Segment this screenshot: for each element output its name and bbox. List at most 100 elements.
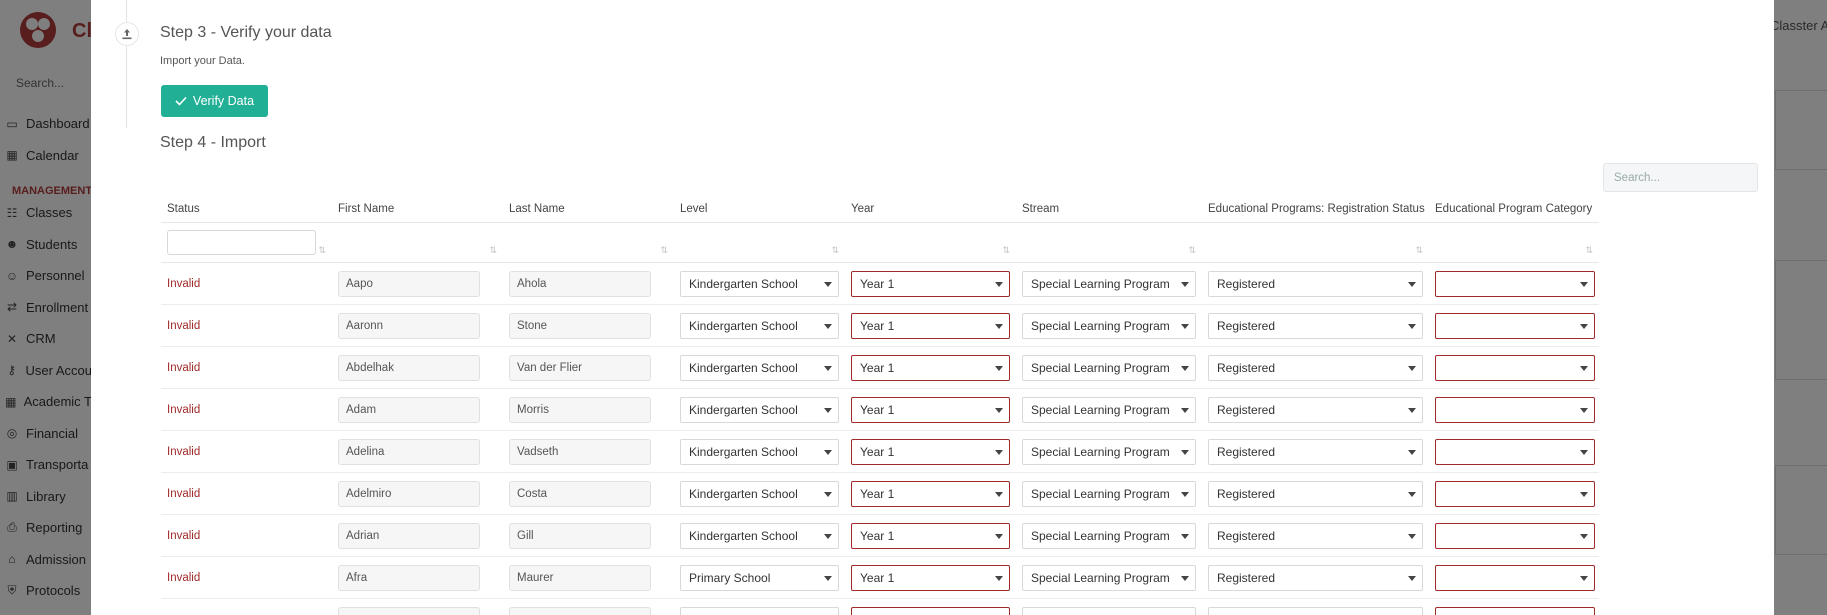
first-name-field[interactable]: Aapo <box>338 270 480 297</box>
sort-icon[interactable]: ⇅ <box>1415 245 1423 256</box>
last-name-field[interactable]: Maurer <box>509 564 651 591</box>
level-select[interactable]: Kindergarten School <box>680 354 839 381</box>
program-category-select[interactable] <box>1435 270 1595 297</box>
sort-icon[interactable]: ⇅ <box>831 245 839 256</box>
program-category-select[interactable] <box>1435 522 1595 549</box>
column-header-educational-program-category[interactable]: Educational Program Category <box>1429 196 1599 222</box>
stream-select[interactable]: Special Learning Program <box>1022 480 1196 507</box>
program-category-select[interactable] <box>1435 564 1595 591</box>
stream-select[interactable]: Special Learning Program <box>1022 270 1196 297</box>
program-category-select[interactable] <box>1435 438 1595 465</box>
stream-select[interactable]: Special Learning Program <box>1022 354 1196 381</box>
table-cell: Registered <box>1202 557 1429 598</box>
column-header-level[interactable]: Level <box>674 196 845 222</box>
chevron-down-icon <box>1580 533 1588 539</box>
stream-select[interactable] <box>1022 606 1196 615</box>
column-header-last-name[interactable]: Last Name <box>503 196 674 222</box>
program-category-select[interactable] <box>1435 354 1595 381</box>
level-select[interactable]: Kindergarten School <box>680 438 839 465</box>
registration-status-select[interactable]: Registered <box>1208 480 1423 507</box>
first-name-field[interactable] <box>338 606 480 615</box>
column-header-status[interactable]: Status <box>161 196 332 222</box>
first-name-field[interactable]: Adrian <box>338 522 480 549</box>
registration-status-select[interactable]: Registered <box>1208 522 1423 549</box>
last-name-field[interactable]: Ahola <box>509 270 651 297</box>
level-select[interactable]: Kindergarten School <box>680 522 839 549</box>
sort-icon[interactable]: ⇅ <box>318 245 326 256</box>
year-select[interactable]: Year 1 <box>851 438 1010 465</box>
table-cell: Year 1 <box>845 347 1016 388</box>
last-name-field[interactable]: Gill <box>509 522 651 549</box>
year-select[interactable]: Year 1 <box>851 480 1010 507</box>
import-table: Status First Name Last Name Level Year Stream… <box>161 196 1599 615</box>
program-category-select[interactable] <box>1435 606 1595 615</box>
first-name-field[interactable]: Adam <box>338 396 480 423</box>
year-select[interactable]: Year 1 <box>851 354 1010 381</box>
column-header-stream[interactable]: Stream <box>1016 196 1202 222</box>
sort-icon[interactable]: ⇅ <box>1585 245 1593 256</box>
stream-select[interactable]: Special Learning Program <box>1022 312 1196 339</box>
sort-icon[interactable]: ⇅ <box>660 245 668 256</box>
last-name-field[interactable]: Costa <box>509 480 651 507</box>
year-select[interactable]: Year 1 <box>851 270 1010 297</box>
program-category-select[interactable] <box>1435 480 1595 507</box>
column-header-first-name[interactable]: First Name <box>332 196 503 222</box>
registration-status-select[interactable]: Registered <box>1208 564 1423 591</box>
table-search-input[interactable] <box>1603 163 1758 192</box>
sort-icon[interactable]: ⇅ <box>1188 245 1196 256</box>
stream-select-value: Special Learning Program <box>1031 486 1170 501</box>
registration-status-select[interactable]: Registered <box>1208 438 1423 465</box>
sort-icon[interactable]: ⇅ <box>1002 245 1010 256</box>
first-name-field[interactable]: Adelina <box>338 438 480 465</box>
first-name-field[interactable]: Adelmiro <box>338 480 480 507</box>
table-cell: Primary School <box>674 557 845 598</box>
chevron-down-icon <box>995 281 1003 287</box>
registration-status-select[interactable] <box>1208 606 1423 615</box>
column-header-educational-programs-registration-status[interactable]: Educational Programs: Registration Statu… <box>1202 196 1429 222</box>
program-category-select[interactable] <box>1435 396 1595 423</box>
registration-status-select[interactable]: Registered <box>1208 270 1423 297</box>
year-select[interactable]: Year 1 <box>851 564 1010 591</box>
level-select[interactable]: Kindergarten School <box>680 270 839 297</box>
table-cell <box>1429 305 1599 346</box>
table-cell: Morris <box>503 389 674 430</box>
registration-status-select[interactable]: Registered <box>1208 354 1423 381</box>
year-select[interactable]: Year 1 <box>851 522 1010 549</box>
year-select[interactable]: Year 1 <box>851 312 1010 339</box>
table-row: Invalid Abdelhak Van der Flier Kindergarten… <box>161 347 1599 389</box>
registration-status-select[interactable]: Registered <box>1208 312 1423 339</box>
last-name-field[interactable]: Morris <box>509 396 651 423</box>
table-cell: Maurer <box>503 557 674 598</box>
chevron-down-icon <box>995 449 1003 455</box>
sort-icon[interactable]: ⇅ <box>489 245 497 256</box>
stream-select[interactable]: Special Learning Program <box>1022 396 1196 423</box>
status-filter-input[interactable] <box>167 230 316 255</box>
stream-select[interactable]: Special Learning Program <box>1022 438 1196 465</box>
table-header: Status First Name Last Name Level Year Stream… <box>161 196 1599 223</box>
stream-select[interactable]: Special Learning Program <box>1022 522 1196 549</box>
program-category-select[interactable] <box>1435 312 1595 339</box>
last-name-field[interactable]: Vadseth <box>509 438 651 465</box>
level-select[interactable]: Kindergarten School <box>680 312 839 339</box>
year-select[interactable] <box>851 606 1010 615</box>
table-cell: Registered <box>1202 389 1429 430</box>
chevron-down-icon <box>1408 491 1416 497</box>
level-select[interactable]: Kindergarten School <box>680 396 839 423</box>
level-select[interactable] <box>680 606 839 615</box>
last-name-field[interactable]: Van der Flier <box>509 354 651 381</box>
last-name-field[interactable]: Stone <box>509 312 651 339</box>
first-name-field[interactable]: Afra <box>338 564 480 591</box>
stream-select[interactable]: Special Learning Program <box>1022 564 1196 591</box>
table-row: Invalid Adrian Gill Kindergarten School Year… <box>161 515 1599 557</box>
registration-status-select[interactable]: Registered <box>1208 396 1423 423</box>
table-cell <box>1429 557 1599 598</box>
table-cell: Kindergarten School <box>674 515 845 556</box>
last-name-field[interactable] <box>509 606 651 615</box>
first-name-field[interactable]: Aaronn <box>338 312 480 339</box>
column-header-year[interactable]: Year <box>845 196 1016 222</box>
year-select[interactable]: Year 1 <box>851 396 1010 423</box>
level-select[interactable]: Primary School <box>680 564 839 591</box>
level-select[interactable]: Kindergarten School <box>680 480 839 507</box>
first-name-field[interactable]: Abdelhak <box>338 354 480 381</box>
verify-data-button[interactable]: Verify Data <box>161 85 268 117</box>
